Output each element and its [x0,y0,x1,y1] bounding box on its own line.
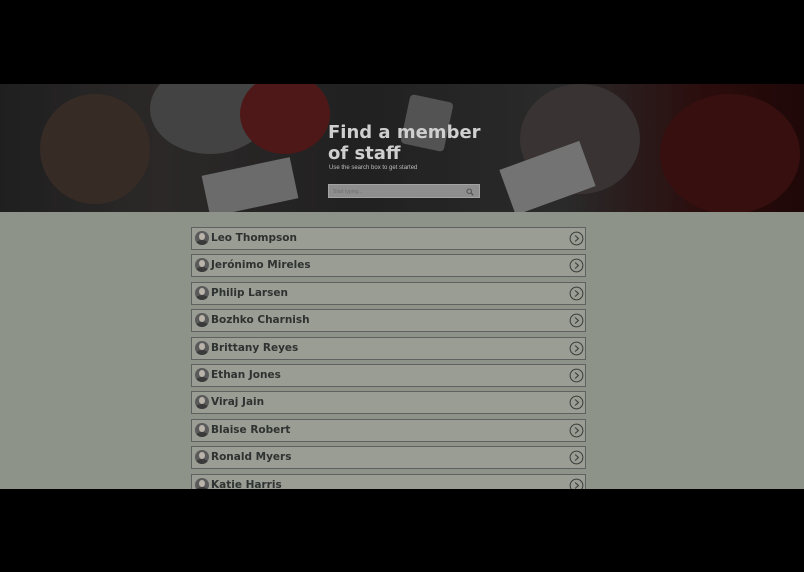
staff-list: Leo Thompson Jerónimo Mireles Philip Larse… [191,227,586,489]
page-viewport: Find a member of staff Use the search bo… [0,84,804,489]
list-item[interactable]: Leo Thompson [191,227,586,250]
avatar [195,395,209,410]
avatar [195,340,209,355]
chevron-right-icon[interactable] [569,368,584,383]
chevron-right-icon[interactable] [569,478,584,489]
avatar [195,450,209,465]
avatar [195,231,209,245]
list-item[interactable]: Bozhko Charnish [191,309,586,333]
chevron-right-icon[interactable] [569,423,584,438]
staff-name: Jerónimo Mireles [211,259,311,272]
staff-name: Brittany Reyes [211,341,299,354]
list-item[interactable]: Katie Harris [191,473,586,489]
staff-name: Blaise Robert [211,423,291,436]
avatar [195,422,209,437]
staff-name: Ethan Jones [211,368,281,381]
staff-name: Leo Thompson [211,232,297,244]
staff-name: Ronald Myers [211,451,292,464]
page-title: Find a member of staff [328,122,481,164]
list-item[interactable]: Philip Larsen [191,281,586,305]
staff-name: Katie Harris [211,478,282,489]
list-item[interactable]: Brittany Reyes [191,336,586,360]
list-item[interactable]: Viraj Jain [191,391,586,415]
staff-name: Viraj Jain [211,396,265,409]
list-item[interactable]: Jerónimo Mireles [191,254,586,278]
staff-name: Philip Larsen [211,286,288,299]
avatar [195,367,209,382]
search-box[interactable] [328,184,480,198]
avatar [195,313,209,328]
chevron-right-icon[interactable] [569,258,584,273]
chevron-right-icon[interactable] [569,313,584,328]
chevron-right-icon[interactable] [569,231,584,246]
chevron-right-icon[interactable] [569,286,584,301]
chevron-right-icon[interactable] [569,450,584,465]
list-item[interactable]: Blaise Robert [191,418,586,442]
chevron-right-icon[interactable] [569,395,584,410]
list-item[interactable]: Ethan Jones [191,363,586,387]
staff-name: Bozhko Charnish [211,314,310,327]
search-input[interactable] [333,187,463,196]
hero-banner: Find a member of staff Use the search bo… [0,84,804,212]
chevron-right-icon[interactable] [569,341,584,356]
list-item[interactable]: Ronald Myers [191,446,586,470]
search-icon[interactable] [466,188,474,196]
avatar [195,258,209,273]
page-subtitle: Use the search box to get started [329,165,418,171]
avatar [195,285,209,300]
avatar [195,477,209,489]
